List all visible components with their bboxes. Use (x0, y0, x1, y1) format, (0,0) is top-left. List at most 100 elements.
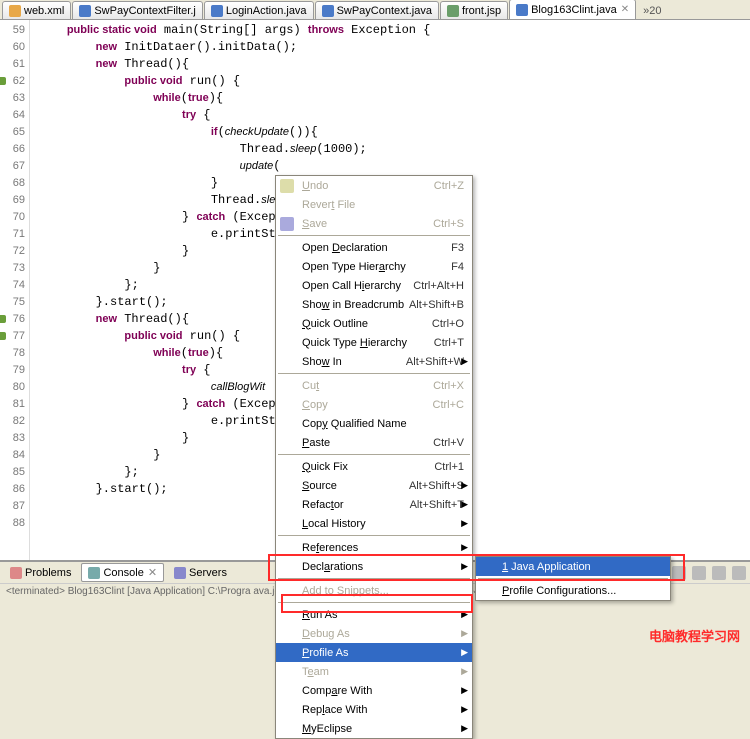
menu-myeclipse[interactable]: MyEclipse ▶ (276, 719, 472, 738)
tab-loginaction-java[interactable]: LoginAction.java (204, 1, 314, 19)
menu-label: Compare With (302, 685, 372, 697)
maximize-icon[interactable] (732, 566, 746, 580)
file-icon (322, 5, 334, 17)
menu-references[interactable]: References▶ (276, 538, 472, 557)
menu-icon (280, 217, 294, 231)
tab-swpaycontext-java[interactable]: SwPayContext.java (315, 1, 439, 19)
menu-copy-qualified-name[interactable]: Copy Qualified Name (276, 414, 472, 433)
file-icon (516, 4, 528, 16)
menu-label: Local History (302, 518, 366, 530)
menu-label: Copy Qualified Name (302, 418, 407, 430)
menu-profile-configurations-[interactable]: Profile Configurations... (476, 581, 670, 600)
menu-replace-with[interactable]: Replace With▶ (276, 700, 472, 719)
line-number: 66 (0, 141, 25, 158)
line-number: 65 (0, 124, 25, 141)
menu-label: Save (302, 218, 327, 230)
menu-quick-fix[interactable]: Quick FixCtrl+1 (276, 457, 472, 476)
tab-label: Servers (189, 567, 227, 579)
menu-label: Cut (302, 380, 319, 392)
menu-label: References (302, 542, 358, 554)
line-number: 63 (0, 90, 25, 107)
menu-label: Quick Type Hierarchy (302, 337, 407, 349)
line-gutter: 5960616263646566676869707172737475767778… (0, 20, 30, 560)
shortcut: Ctrl+C (433, 399, 464, 411)
menu-label: Copy (302, 399, 328, 411)
menu-quick-type-hierarchy[interactable]: Quick Type Hierarchy Ctrl+T (276, 333, 472, 352)
menu-revert-file: Revert File (276, 195, 472, 214)
shortcut: F3 (451, 242, 464, 254)
line-number: 60 (0, 39, 25, 56)
context-menu: UndoCtrl+ZRevert FileSaveCtrl+SOpen Decl… (275, 175, 473, 739)
submenu-arrow-icon: ▶ (461, 609, 468, 620)
menu-add-to-snippets-: Add to Snippets... (276, 581, 472, 600)
shortcut: Alt+Shift+S (409, 480, 464, 492)
bottom-tab-console[interactable]: Console ✕ (81, 563, 164, 582)
line-number: 68 (0, 175, 25, 192)
submenu-arrow-icon: ▶ (461, 723, 468, 734)
shortcut: Ctrl+1 (434, 461, 464, 473)
separator (278, 235, 470, 236)
minimize-icon[interactable] (712, 566, 726, 580)
menu-refactor[interactable]: RefactorAlt+Shift+T▶ (276, 495, 472, 514)
tab-front-jsp[interactable]: front.jsp (440, 1, 508, 19)
tab-web-xml[interactable]: web.xml (2, 1, 71, 19)
line-number: 62 (0, 73, 25, 90)
menu-local-history[interactable]: Local History▶ (276, 514, 472, 533)
shortcut: F4 (451, 261, 464, 273)
close-icon[interactable]: ✕ (148, 566, 157, 579)
menu-source[interactable]: SourceAlt+Shift+S▶ (276, 476, 472, 495)
line-number: 87 (0, 498, 25, 515)
menu-profile-as[interactable]: Profile As▶ (276, 643, 472, 662)
file-icon (79, 5, 91, 17)
tab-blog163clint-java[interactable]: Blog163Clint.java✕ (509, 0, 636, 19)
shortcut: Ctrl+X (433, 380, 464, 392)
more-tabs[interactable]: »20 (637, 3, 667, 19)
menu-label: MyEclipse (302, 723, 352, 735)
menu-paste[interactable]: PasteCtrl+V (276, 433, 472, 452)
line-number: 81 (0, 396, 25, 413)
line-number: 72 (0, 243, 25, 260)
menu-compare-with[interactable]: Compare With▶ (276, 681, 472, 700)
menu-label: Debug As (302, 628, 350, 640)
menu-team: Team▶ (276, 662, 472, 681)
watermark-text: 电脑教程学习网 (649, 626, 740, 645)
menu-declarations[interactable]: Declarations▶ (276, 557, 472, 576)
line-number: 71 (0, 226, 25, 243)
display-selected-icon[interactable] (672, 566, 686, 580)
menu-1-java-application[interactable]: 1 Java Application (476, 557, 670, 576)
submenu-arrow-icon: ▶ (461, 704, 468, 715)
menu-label: Open Call Hierarchy (302, 280, 401, 292)
line-number: 74 (0, 277, 25, 294)
menu-icon (480, 560, 494, 574)
file-icon (9, 5, 21, 17)
close-icon[interactable]: ✕ (621, 4, 629, 15)
menu-open-type-hierarchy[interactable]: Open Type HierarchyF4 (276, 257, 472, 276)
menu-quick-outline[interactable]: Quick OutlineCtrl+O (276, 314, 472, 333)
menu-show-in[interactable]: Show InAlt+Shift+W▶ (276, 352, 472, 371)
menu-open-call-hierarchy[interactable]: Open Call Hierarchy Ctrl+Alt+H (276, 276, 472, 295)
menu-label: Source (302, 480, 337, 492)
open-console-icon[interactable] (692, 566, 706, 580)
shortcut: Ctrl+Alt+H (413, 280, 464, 292)
shortcut: Ctrl+T (434, 337, 464, 349)
line-number: 64 (0, 107, 25, 124)
line-number: 67 (0, 158, 25, 175)
line-number: 80 (0, 379, 25, 396)
menu-show-in-breadcrumb[interactable]: Show in BreadcrumbAlt+Shift+B (276, 295, 472, 314)
bottom-tab-servers[interactable]: Servers (168, 565, 233, 581)
bottom-tab-problems[interactable]: Problems (4, 565, 77, 581)
line-number: 61 (0, 56, 25, 73)
menu-cut: Cut Ctrl+X (276, 376, 472, 395)
separator (278, 373, 470, 374)
menu-run-as[interactable]: Run As▶ (276, 605, 472, 624)
tab-swpaycontextfilter-j[interactable]: SwPayContextFilter.j (72, 1, 202, 19)
line-number: 82 (0, 413, 25, 430)
separator (278, 602, 470, 603)
tab-icon (174, 567, 186, 579)
line-number: 70 (0, 209, 25, 226)
menu-label: Declarations (302, 561, 363, 573)
tab-label: web.xml (24, 5, 64, 17)
shortcut: Ctrl+Z (434, 180, 464, 192)
menu-label: Open Declaration (302, 242, 388, 254)
menu-open-declaration[interactable]: Open Declaration F3 (276, 238, 472, 257)
